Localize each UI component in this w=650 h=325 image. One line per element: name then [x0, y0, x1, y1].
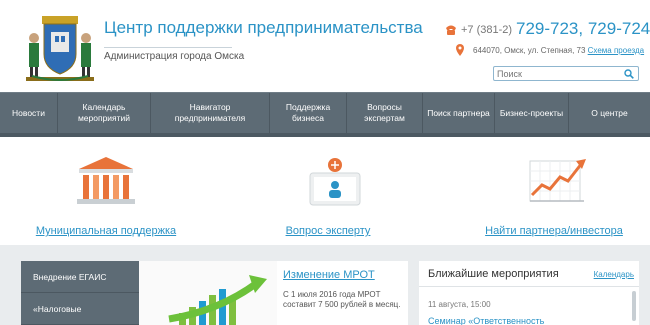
nav-partner-search[interactable]: Поиск партнера — [423, 93, 495, 133]
feature-find-partner[interactable]: Найти партнера/инвестора — [454, 155, 650, 245]
side-menu-item-tax[interactable]: «Налоговые — [21, 293, 139, 325]
phone-code: +7 (381-2) — [461, 24, 513, 36]
featured-services: Муниципальная поддержка Вопрос эксперту … — [0, 137, 650, 245]
feature-ask-expert-label[interactable]: Вопрос эксперту — [228, 225, 428, 237]
phone-numbers: 729-723, 729-724 — [516, 19, 650, 38]
site-title[interactable]: Центр поддержки предпринимательства — [104, 18, 423, 38]
feature-municipal-support-label[interactable]: Муниципальная поддержка — [6, 225, 206, 237]
site-subtitle: Администрация города Омска — [104, 51, 245, 62]
feature-municipal-support[interactable]: Муниципальная поддержка — [6, 155, 206, 245]
feature-ask-expert[interactable]: Вопрос эксперту — [228, 155, 428, 245]
nav-entrepreneur-navigator[interactable]: Навигатор предпринимателя — [151, 93, 270, 133]
nav-business-projects[interactable]: Бизнес-проекты — [495, 93, 569, 133]
content-area: Внедрение ЕГАИС «Налоговые Изменение МРО… — [0, 245, 650, 325]
calendar-link[interactable]: Календарь — [594, 270, 634, 279]
growth-chart-icon — [529, 159, 586, 202]
events-title: Ближайшие мероприятия — [428, 268, 559, 280]
omsk-coat-of-arms-logo[interactable] — [22, 10, 98, 84]
feature-find-partner-label[interactable]: Найти партнера/инвестора — [454, 225, 650, 237]
expert-icon — [309, 158, 361, 206]
nav-expert-questions[interactable]: Вопросы экспертам — [347, 93, 423, 133]
news-card: Изменение МРОТ С 1 июля 2016 года МРОТ с… — [139, 261, 408, 325]
main-nav: Новости Календарь мероприятий Навигатор … — [0, 92, 650, 134]
news-summary: С 1 июля 2016 года МРОТ составит 7 500 р… — [283, 290, 401, 309]
map-link[interactable]: Схема проезда — [588, 46, 644, 55]
events-scrollbar[interactable] — [632, 291, 636, 321]
side-menu: Внедрение ЕГАИС «Налоговые — [21, 261, 139, 325]
events-panel: Ближайшие мероприятия Календарь 11 авгус… — [419, 261, 639, 325]
search-input[interactable] — [497, 67, 617, 80]
events-header: Ближайшие мероприятия Календарь — [419, 261, 639, 287]
news-title[interactable]: Изменение МРОТ — [283, 269, 375, 281]
address-line: 644070, Омск, ул. Степная, 73 Схема прое… — [473, 46, 644, 55]
event-date: 11 августа, 15:00 — [428, 300, 491, 309]
search-icon[interactable] — [624, 69, 634, 79]
nav-events-calendar[interactable]: Календарь мероприятий — [58, 93, 151, 133]
map-pin-icon — [456, 44, 464, 56]
search-box[interactable] — [493, 66, 639, 81]
site-header: Центр поддержки предпринимательства Адми… — [0, 0, 650, 92]
phone-icon — [446, 25, 456, 35]
nav-news[interactable]: Новости — [0, 93, 58, 133]
building-icon — [77, 157, 135, 204]
address-text: 644070, Омск, ул. Степная, 73 — [473, 46, 586, 55]
nav-business-support[interactable]: Поддержка бизнеса — [270, 93, 347, 133]
side-menu-item-egais[interactable]: Внедрение ЕГАИС — [21, 261, 139, 293]
title-divider — [104, 47, 232, 48]
news-growth-image[interactable] — [139, 261, 277, 325]
event-link[interactable]: Семинар «Ответственность — [428, 316, 544, 325]
nav-about-center[interactable]: О центре — [569, 93, 650, 133]
